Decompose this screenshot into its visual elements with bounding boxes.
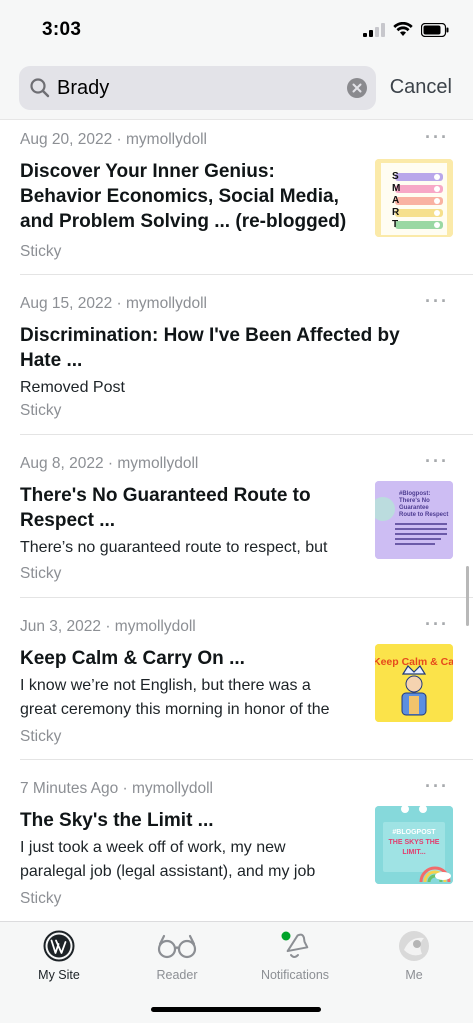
post-meta: Aug 8, 2022 · mymollydoll bbox=[20, 455, 199, 472]
more-options-icon[interactable]: ··· bbox=[425, 291, 449, 312]
more-options-icon[interactable]: ··· bbox=[425, 451, 449, 472]
post-excerpt: I know we’re not English, but there was … bbox=[20, 677, 330, 718]
cancel-button[interactable]: Cancel bbox=[390, 76, 452, 99]
post-meta: Aug 15, 2022 · mymollydoll bbox=[20, 295, 207, 312]
post-list: Aug 20, 2022 · mymollydoll ··· Discover … bbox=[0, 121, 473, 921]
tab-my-site[interactable]: My Site bbox=[0, 930, 118, 982]
tab-notifications[interactable]: Notifications bbox=[236, 930, 354, 982]
tab-label: My Site bbox=[38, 968, 80, 982]
post-title: Discrimination: How I've Been Affected b… bbox=[20, 325, 400, 371]
clear-search-icon[interactable] bbox=[347, 78, 367, 98]
post-title: The Sky's the Limit ... bbox=[20, 810, 214, 831]
post-thumbnail: Keep Calm & Ca bbox=[375, 644, 453, 722]
search-box[interactable] bbox=[19, 66, 376, 110]
avatar bbox=[399, 931, 429, 961]
post-title: Discover Your Inner Genius: Behavior Eco… bbox=[20, 161, 347, 232]
battery-icon bbox=[421, 22, 449, 37]
scroll-indicator[interactable] bbox=[466, 566, 469, 626]
wordpress-icon bbox=[43, 930, 75, 962]
search-icon bbox=[30, 78, 50, 98]
more-options-icon[interactable]: ··· bbox=[425, 776, 449, 797]
bell-icon bbox=[281, 931, 309, 958]
post-excerpt: Removed Post bbox=[20, 379, 125, 396]
post-item[interactable]: 7 Minutes Ago · mymollydoll ··· The Sky'… bbox=[20, 760, 473, 921]
tab-label: Reader bbox=[156, 968, 198, 982]
post-status: Sticky bbox=[20, 402, 62, 419]
reader-glasses-icon bbox=[157, 934, 197, 959]
post-item[interactable]: Aug 8, 2022 · mymollydoll ··· There's No… bbox=[20, 435, 473, 598]
post-title: Keep Calm & Carry On ... bbox=[20, 648, 245, 669]
tab-label: Notifications bbox=[260, 968, 330, 982]
post-item[interactable]: Aug 15, 2022 · mymollydoll ··· Discrimin… bbox=[20, 275, 473, 435]
tab-reader[interactable]: Reader bbox=[118, 930, 236, 982]
post-status: Sticky bbox=[20, 243, 62, 260]
post-excerpt: I just took a week off of work, my new p… bbox=[20, 839, 316, 880]
more-options-icon[interactable]: ··· bbox=[425, 127, 449, 148]
post-status: Sticky bbox=[20, 728, 62, 745]
status-icons bbox=[363, 22, 449, 37]
post-thumbnail: S M A R T bbox=[375, 159, 453, 237]
post-meta: Aug 20, 2022 · mymollydoll bbox=[20, 131, 207, 148]
status-bar: 3:03 bbox=[0, 0, 473, 56]
post-meta: Jun 3, 2022 · mymollydoll bbox=[20, 618, 196, 635]
search-input[interactable] bbox=[57, 74, 337, 102]
more-options-icon[interactable]: ··· bbox=[425, 614, 449, 635]
tab-me[interactable]: Me bbox=[355, 930, 473, 982]
post-item[interactable]: Aug 20, 2022 · mymollydoll ··· Discover … bbox=[20, 121, 473, 275]
smart-goals-image bbox=[375, 159, 453, 237]
post-excerpt: There’s no guaranteed route to respect, … bbox=[20, 539, 328, 556]
home-indicator bbox=[151, 1007, 321, 1012]
post-status: Sticky bbox=[20, 890, 62, 907]
status-time: 3:03 bbox=[42, 19, 82, 40]
tab-label: Me bbox=[405, 968, 423, 982]
search-header: Cancel bbox=[0, 56, 473, 120]
cellular-signal-icon bbox=[363, 22, 385, 37]
post-thumbnail: #Blogpost: There's No Guarantee Route to… bbox=[375, 481, 453, 559]
post-meta: 7 Minutes Ago · mymollydoll bbox=[20, 780, 213, 797]
wifi-icon bbox=[393, 22, 413, 36]
post-item[interactable]: Jun 3, 2022 · mymollydoll ··· Keep Calm … bbox=[20, 598, 473, 760]
post-thumbnail: #BLOGPOST THE SKYS THE LIMIT... bbox=[375, 806, 453, 884]
post-title: There's No Guaranteed Route to Respect .… bbox=[20, 485, 311, 531]
post-status: Sticky bbox=[20, 565, 62, 582]
